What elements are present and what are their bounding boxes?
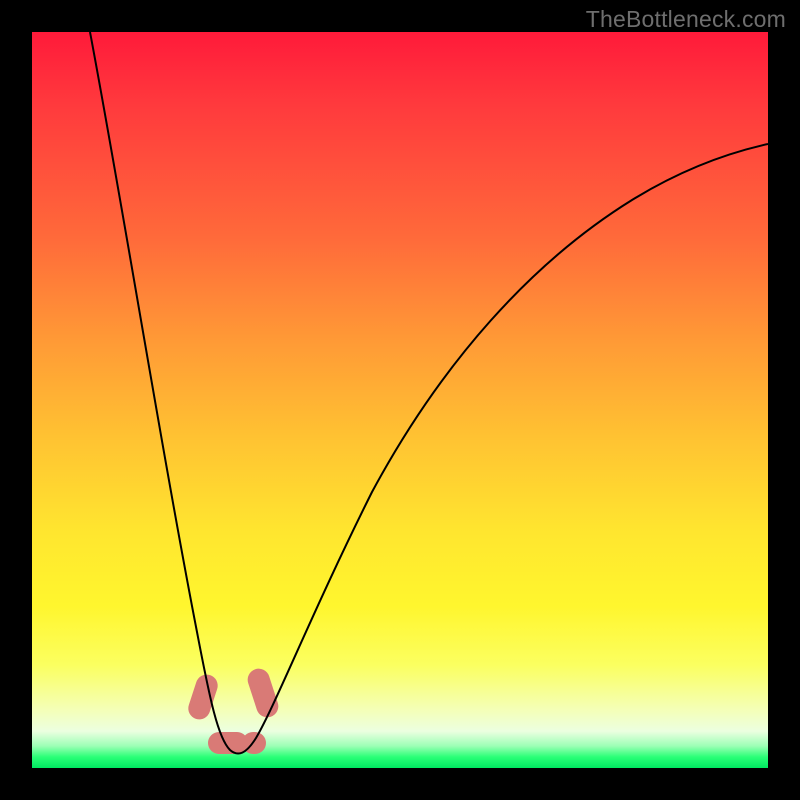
- watermark-text: TheBottleneck.com: [586, 6, 786, 33]
- right-ascent-dot: [245, 666, 281, 720]
- plot-area: [32, 32, 768, 768]
- bottleneck-curve: [90, 32, 768, 754]
- trough-markers: [185, 666, 281, 754]
- chart-frame: TheBottleneck.com: [0, 0, 800, 800]
- curve-svg: [32, 32, 768, 768]
